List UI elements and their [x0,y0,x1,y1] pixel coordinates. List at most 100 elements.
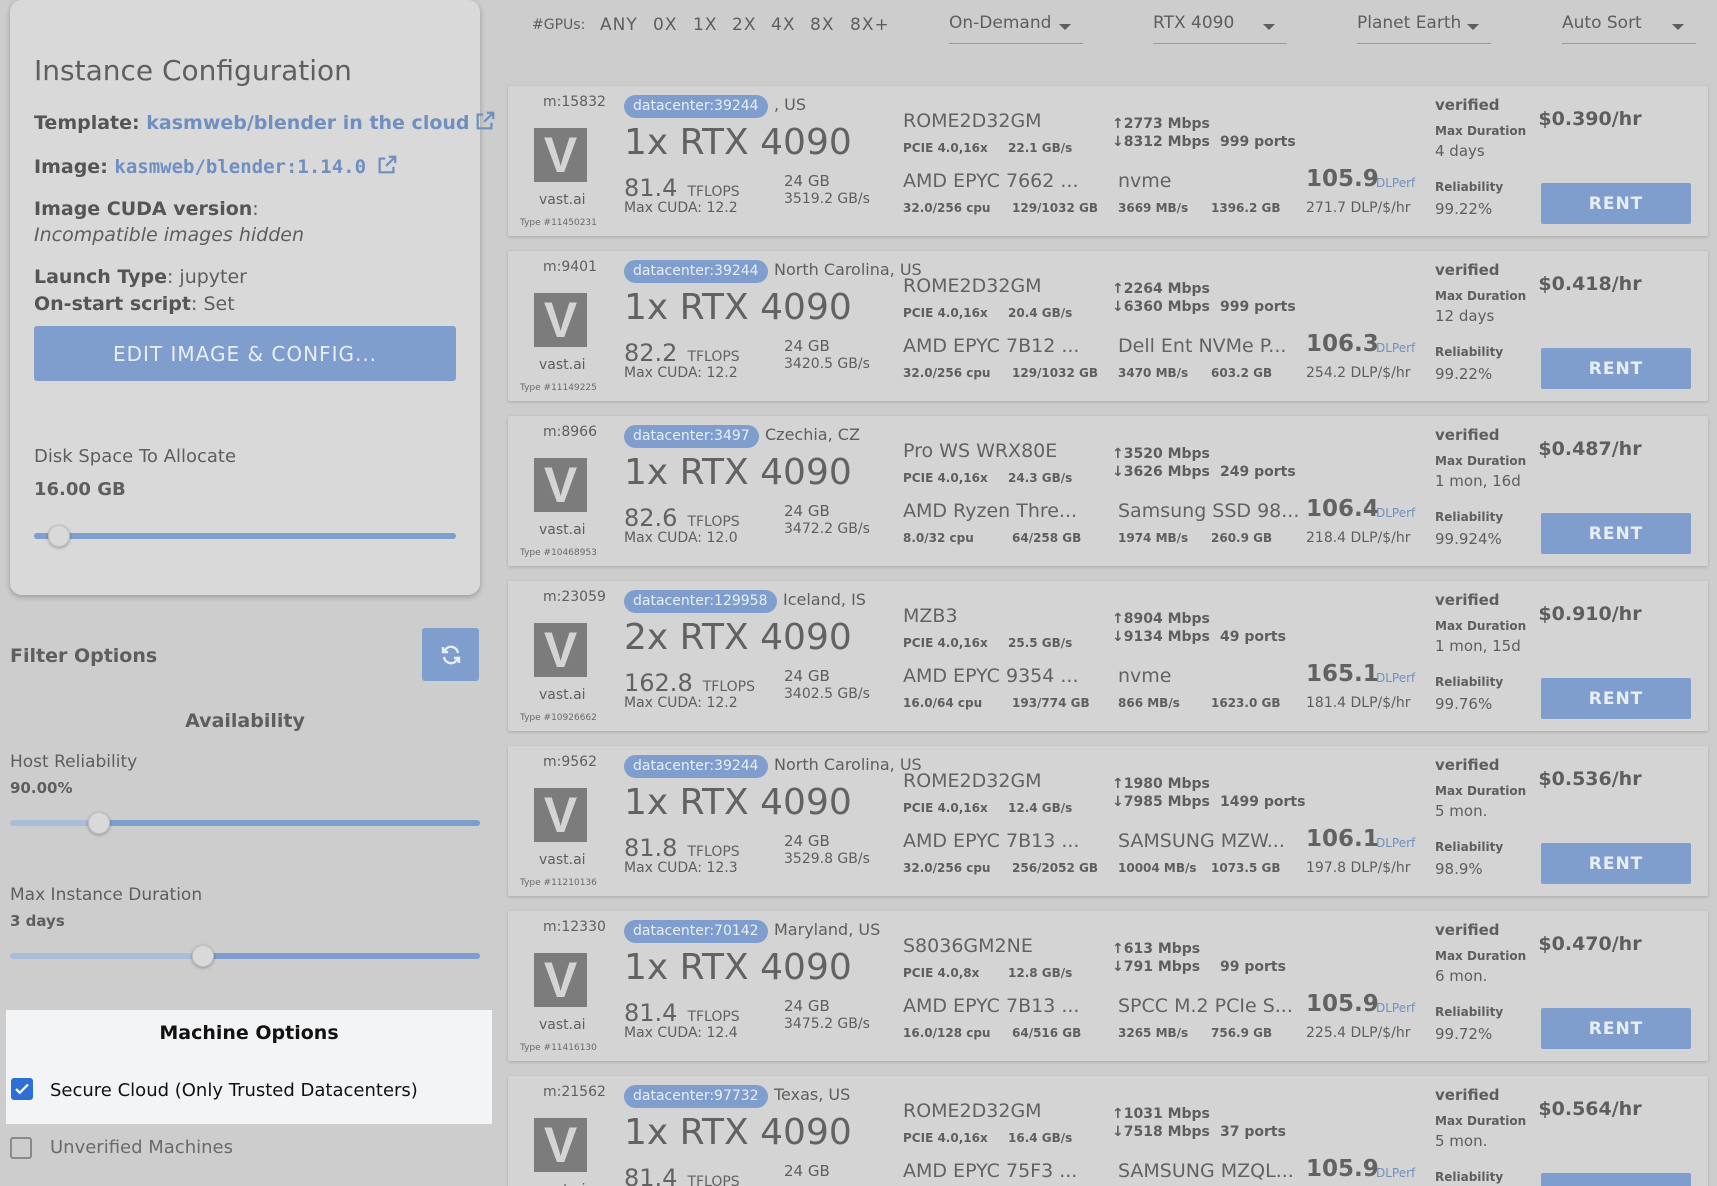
disk-bandwidth: 1974 MB/s [1118,531,1189,545]
unverified-machines-label[interactable]: Unverified Machines [50,1137,233,1158]
max-duration: 1 mon, 15d [1435,637,1521,655]
max-duration: 12 days [1435,307,1495,325]
verified-status: verified [1435,426,1500,444]
max-duration-label: Max Duration [1435,124,1527,138]
max-cuda: Max CUDA: 12.2 [624,200,738,216]
disk: SAMSUNG MZQL... [1118,1160,1294,1182]
rental-type-select[interactable]: On-Demand [949,8,1083,44]
verified-status: verified [1435,591,1500,609]
gpu-name: 1x RTX 4090 [624,947,852,988]
ram: 256/2052 GB [1012,861,1099,875]
region-value: Planet Earth [1357,13,1462,33]
disk-bandwidth: 3470 MB/s [1118,366,1189,380]
download-speed: ↓9134 Mbps [1112,629,1210,645]
rent-button[interactable]: RENT [1541,843,1691,884]
external-link-icon[interactable] [376,154,398,176]
secure-cloud-checkbox[interactable] [11,1078,33,1100]
ports: 37 ports [1220,1124,1286,1140]
sort-select[interactable]: Auto Sort [1562,8,1696,44]
dlperf-per-dollar: 197.8 DLP/$/hr [1306,860,1411,876]
tflops-unit: TFLOPS [702,679,755,695]
chevron-down-icon [1059,24,1071,30]
unverified-machines-checkbox[interactable] [10,1137,32,1159]
datacenter-badge: datacenter:97732 [624,1085,768,1108]
gpu-model-select[interactable]: RTX 4090 [1153,8,1287,44]
ram: 129/1032 GB [1012,366,1099,380]
rent-button[interactable]: RENT [1541,1008,1691,1049]
onstart-row: On-start script: Set [34,293,235,315]
disk-size: 1396.2 GB [1211,201,1281,215]
max-duration: 5 mon. [1435,1132,1488,1150]
vram-bandwidth: 3402.5 GB/s [784,686,870,702]
machine-id: m:21562 [543,1084,606,1100]
disk-bandwidth: 3669 MB/s [1118,201,1189,215]
dlperf-label: DLPerf [1376,176,1416,190]
gpu-name: 2x RTX 4090 [624,617,852,658]
gpu-count-8x[interactable]: 8X [810,15,834,35]
sort-value: Auto Sort [1562,13,1642,33]
gpu-count-label: #GPUs: [532,17,586,33]
disk-size: 1623.0 GB [1211,696,1281,710]
reliability-label: Reliability [1435,675,1504,689]
tflops-value: 82.2 [624,339,678,367]
host-brand: vast.ai [539,1182,586,1186]
host-reliability-slider-thumb[interactable] [88,812,111,834]
max-duration-slider[interactable] [10,945,480,967]
tflops-value: 81.4 [624,174,678,202]
gpu-count-8x-plus[interactable]: 8X+ [850,15,890,35]
gpu-name: 1x RTX 4090 [624,1112,852,1153]
gpu-count-any[interactable]: ANY [600,15,638,35]
upload-speed: ↑8904 Mbps [1112,611,1210,627]
datacenter-badge: datacenter:39244 [624,95,768,118]
region-select[interactable]: Planet Earth [1357,8,1491,44]
max-cuda: Max CUDA: 12.0 [624,530,738,546]
disk-space-slider-thumb[interactable] [48,525,71,547]
dlperf-value: 105.9 [1306,991,1379,1017]
vram-bandwidth: 3529.8 GB/s [784,851,870,867]
disk-space-value: 16.00 GB [34,479,126,500]
arrow-up-icon: ↑ [1112,941,1124,957]
gpu-count-0x[interactable]: 0X [653,15,677,35]
vast-logo: V [534,787,587,843]
verified-status: verified [1435,756,1500,774]
pcie-bandwidth: 25.5 GB/s [1008,636,1073,650]
disk-space-slider[interactable] [34,525,456,547]
cpu-cores: 16.0/128 cpu [903,1026,991,1040]
chevron-down-icon [1672,24,1684,30]
download-speed: ↓7518 Mbps [1112,1124,1210,1140]
gpu-count-4x[interactable]: 4X [771,15,795,35]
verified-status: verified [1435,261,1500,279]
image-link[interactable]: kasmweb/blender:1.14.0 [114,156,366,178]
location: , US [774,95,807,114]
rent-button[interactable]: RENT [1541,513,1691,554]
rent-button[interactable]: RENT [1541,183,1691,224]
edit-image-config-button[interactable]: EDIT IMAGE & CONFIG... [34,326,456,381]
gpu-count-2x[interactable]: 2X [732,15,756,35]
rent-button[interactable]: RENT [1541,348,1691,389]
disk: SAMSUNG MZW... [1118,830,1285,852]
cpu-cores: 16.0/64 cpu [903,696,983,710]
refresh-filters-button[interactable] [422,628,479,681]
motherboard: ROME2D32GM [903,770,1042,792]
vram: 24 GB [784,337,830,355]
disk-bandwidth: 866 MB/s [1118,696,1180,710]
max-duration-slider-thumb[interactable] [191,945,214,967]
pcie-bandwidth: 12.4 GB/s [1008,801,1073,815]
max-duration-label: Max Duration [1435,619,1527,633]
dlperf-label: DLPerf [1376,506,1416,520]
machine-id: m:12330 [543,919,606,935]
host-brand: vast.ai [539,357,586,373]
vast-logo: V [534,127,587,183]
download-speed: ↓791 Mbps [1112,959,1201,975]
reliability-label: Reliability [1435,1005,1504,1019]
gpu-count-1x[interactable]: 1X [693,15,717,35]
external-link-icon[interactable] [474,110,496,132]
host-reliability-slider[interactable] [10,812,480,834]
rent-button[interactable]: RENT [1541,678,1691,719]
offer-card: m:23059 V vast.ai Type #10926662 datacen… [508,581,1708,731]
rental-type-value: On-Demand [949,13,1052,33]
secure-cloud-label[interactable]: Secure Cloud (Only Trusted Datacenters) [50,1080,418,1101]
rent-button[interactable]: RENT [1541,1173,1691,1186]
template-link[interactable]: kasmweb/blender in the cloud [146,112,469,134]
reliability-label: Reliability [1435,510,1504,524]
